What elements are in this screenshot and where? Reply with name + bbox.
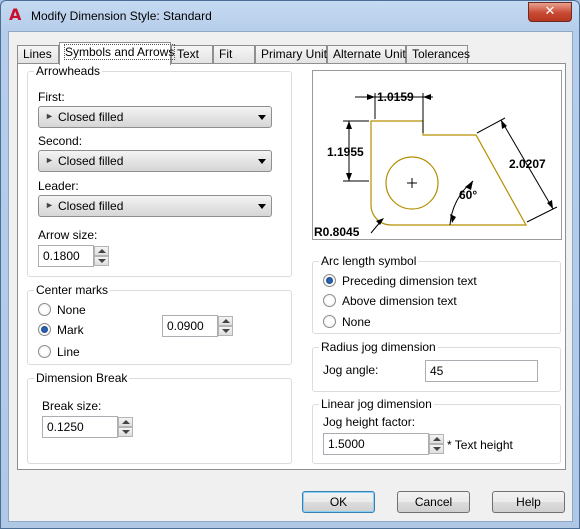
window-title: Modify Dimension Style: Standard [31, 9, 212, 23]
arrow-size-label: Arrow size: [38, 228, 98, 242]
spin-up-button[interactable] [94, 246, 109, 256]
jog-height-factor-spinner: 1.5000 [323, 433, 445, 455]
close-button[interactable]: ✕ [528, 2, 572, 22]
tab-tolerances[interactable]: Tolerances [406, 45, 470, 64]
preview-left-dimension: 1.1955 [327, 145, 364, 159]
spin-up-button[interactable] [218, 316, 233, 326]
cancel-button[interactable]: Cancel [397, 491, 470, 513]
tab-fit[interactable]: Fit [213, 45, 255, 64]
leader-arrowhead-select[interactable]: ► Closed filled [38, 195, 272, 217]
closed-filled-arrow-icon: ► [45, 155, 54, 165]
radio-button-icon [38, 345, 51, 358]
arc-length-symbol-title: Arc length symbol [319, 254, 419, 268]
radius-jog-title: Radius jog dimension [319, 340, 438, 354]
dialog-window: A Modify Dimension Style: Standard ✕ Lin… [0, 0, 580, 529]
tab-text[interactable]: Text [171, 45, 213, 64]
chevron-down-icon [258, 115, 266, 120]
closed-filled-arrow-icon: ► [45, 111, 54, 121]
radio-button-selected-icon [38, 323, 51, 336]
radio-button-selected-icon [323, 274, 336, 287]
first-arrowhead-select[interactable]: ► Closed filled [38, 106, 272, 128]
center-marks-group: Center marks None Mark Line 0.0900 [27, 283, 292, 365]
break-size-label: Break size: [42, 399, 102, 413]
autocad-logo-icon: A [9, 5, 22, 24]
preview-drawing: 1.0159 1.1955 2.0207 60° R0.8045 [314, 90, 558, 239]
preview-right-dimension: 2.0207 [509, 157, 546, 171]
jog-height-factor-input[interactable]: 1.5000 [323, 433, 429, 455]
leader-arrowhead-value: Closed filled [58, 199, 124, 213]
break-size-input[interactable]: 0.1250 [42, 416, 118, 438]
radio-button-icon [323, 294, 336, 307]
center-mark-line-radio[interactable]: Line [38, 344, 118, 360]
radio-button-icon [38, 303, 51, 316]
dimension-preview: 1.0159 1.1955 2.0207 60° R0.8045 [312, 70, 562, 240]
center-mark-size-spinner: 0.0900 [162, 315, 234, 337]
center-marks-title: Center marks [34, 283, 111, 297]
preview-angle-dimension: 60° [459, 188, 477, 202]
dimension-break-title: Dimension Break [34, 371, 130, 385]
dimension-break-group: Dimension Break Break size: 0.1250 [27, 371, 292, 464]
jog-height-factor-label: Jog height factor: [323, 415, 416, 429]
help-button[interactable]: Help [492, 491, 565, 513]
spin-down-button[interactable] [429, 444, 444, 454]
tab-lines[interactable]: Lines [17, 45, 59, 64]
second-arrowhead-value: Closed filled [58, 154, 124, 168]
preview-top-dimension: 1.0159 [377, 90, 414, 104]
arc-above-radio[interactable]: Above dimension text [323, 293, 523, 309]
tab-primary-units[interactable]: Primary Units [255, 45, 333, 64]
radio-button-icon [323, 315, 336, 328]
ok-button[interactable]: OK [302, 491, 375, 513]
spin-up-button[interactable] [429, 434, 444, 444]
spin-up-button[interactable] [118, 417, 133, 427]
break-size-spinner: 0.1250 [42, 416, 134, 438]
leader-label: Leader: [38, 179, 79, 193]
arc-none-radio[interactable]: None [323, 314, 523, 330]
center-mark-size-input[interactable]: 0.0900 [162, 315, 218, 337]
arrowheads-title: Arrowheads [34, 64, 103, 78]
arc-preceding-radio[interactable]: Preceding dimension text [323, 273, 523, 289]
first-label: First: [38, 90, 65, 104]
arc-length-symbol-group: Arc length symbol Preceding dimension te… [312, 254, 561, 334]
center-mark-mark-radio[interactable]: Mark [38, 322, 118, 338]
symbols-and-arrows-panel: Arrowheads First: ► Closed filled Second… [17, 63, 566, 470]
spin-down-button[interactable] [118, 427, 133, 437]
jog-angle-input[interactable]: 45 [425, 360, 538, 382]
preview-radius-dimension: R0.8045 [314, 225, 360, 239]
chevron-down-icon [258, 159, 266, 164]
title-bar[interactable]: A Modify Dimension Style: Standard ✕ [1, 1, 579, 31]
first-arrowhead-value: Closed filled [58, 110, 124, 124]
preview-part-outline [370, 120, 528, 226]
jog-angle-label: Jog angle: [323, 363, 379, 377]
dialog-client: Lines Symbols and Arrows Text Fit Primar… [8, 31, 573, 522]
tab-alternate-units[interactable]: Alternate Units [327, 45, 412, 64]
arrow-size-spinner: 0.1800 [38, 245, 110, 267]
spin-down-button[interactable] [218, 326, 233, 336]
center-mark-none-radio[interactable]: None [38, 302, 118, 318]
spin-down-button[interactable] [94, 256, 109, 266]
linear-jog-title: Linear jog dimension [319, 397, 434, 411]
text-height-suffix: * Text height [447, 438, 513, 452]
linear-jog-group: Linear jog dimension Jog height factor: … [312, 397, 561, 464]
arrowheads-group: Arrowheads First: ► Closed filled Second… [27, 64, 292, 277]
radius-jog-group: Radius jog dimension Jog angle: 45 [312, 340, 561, 392]
arrow-size-input[interactable]: 0.1800 [38, 245, 94, 267]
closed-filled-arrow-icon: ► [45, 200, 54, 210]
chevron-down-icon [258, 204, 266, 209]
second-label: Second: [38, 134, 83, 148]
tab-symbols-and-arrows[interactable]: Symbols and Arrows [59, 42, 176, 65]
second-arrowhead-select[interactable]: ► Closed filled [38, 150, 272, 172]
